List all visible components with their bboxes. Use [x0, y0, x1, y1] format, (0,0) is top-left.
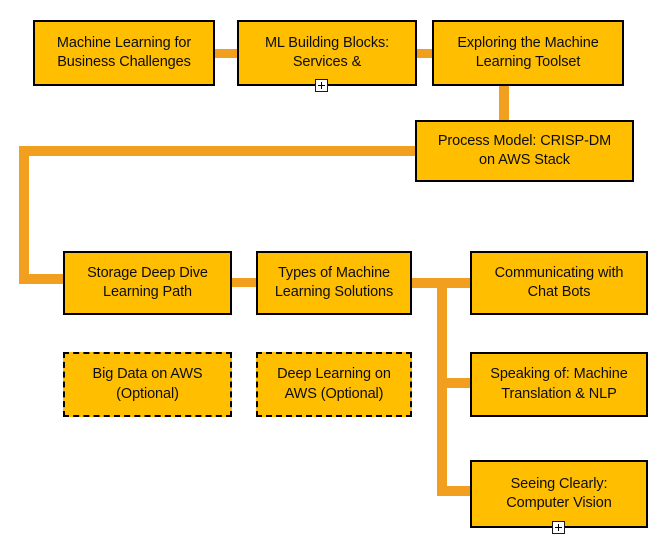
node-ml-business-challenges[interactable]: Machine Learning for Business Challenges: [33, 20, 215, 86]
node-label: Exploring the Machine Learning Toolset: [457, 34, 599, 70]
plus-icon: [320, 82, 323, 89]
node-machine-translation-nlp[interactable]: Speaking of: Machine Translation & NLP: [470, 352, 648, 417]
diagram-canvas: Machine Learning for Business Challenges…: [0, 0, 669, 548]
plus-icon: [557, 524, 560, 531]
node-label: Process Model: CRISP-DM on AWS Stack: [437, 132, 612, 168]
node-label: Storage Deep Dive Learning Path: [87, 264, 208, 300]
node-label: Communicating with Chat Bots: [494, 264, 624, 300]
expander-ml-building-blocks[interactable]: [315, 79, 328, 92]
node-process-model-crisp-dm[interactable]: Process Model: CRISP-DM on AWS Stack: [415, 120, 634, 182]
node-label: ML Building Blocks: Services &: [264, 34, 390, 70]
node-label: Seeing Clearly: Computer Vision: [506, 475, 612, 511]
node-label: Speaking of: Machine Translation & NLP: [490, 366, 628, 402]
node-label: Deep Learning on AWS (Optional): [277, 366, 391, 402]
node-communicating-chat-bots[interactable]: Communicating with Chat Bots: [470, 251, 648, 315]
node-storage-deep-dive[interactable]: Storage Deep Dive Learning Path: [63, 251, 232, 315]
connector-toolset-to-process-model: [499, 84, 509, 120]
node-types-of-ml-solutions[interactable]: Types of Machine Learning Solutions: [256, 251, 412, 315]
node-label: Big Data on AWS (Optional): [92, 366, 203, 402]
expander-computer-vision[interactable]: [552, 521, 565, 534]
node-deep-learning-on-aws[interactable]: Deep Learning on AWS (Optional): [256, 352, 412, 417]
node-ml-building-blocks[interactable]: ML Building Blocks: Services &: [237, 20, 417, 86]
connector-business-to-building-blocks: [213, 49, 239, 58]
connector-process-model-left-stub: [19, 146, 421, 156]
node-exploring-ml-toolset[interactable]: Exploring the Machine Learning Toolset: [432, 20, 624, 86]
connector-left-vertical: [19, 146, 29, 283]
node-label: Types of Machine Learning Solutions: [274, 264, 394, 300]
node-big-data-on-aws[interactable]: Big Data on AWS (Optional): [63, 352, 232, 417]
node-label: Machine Learning for Business Challenges: [56, 34, 192, 70]
node-computer-vision[interactable]: Seeing Clearly: Computer Vision: [470, 460, 648, 528]
